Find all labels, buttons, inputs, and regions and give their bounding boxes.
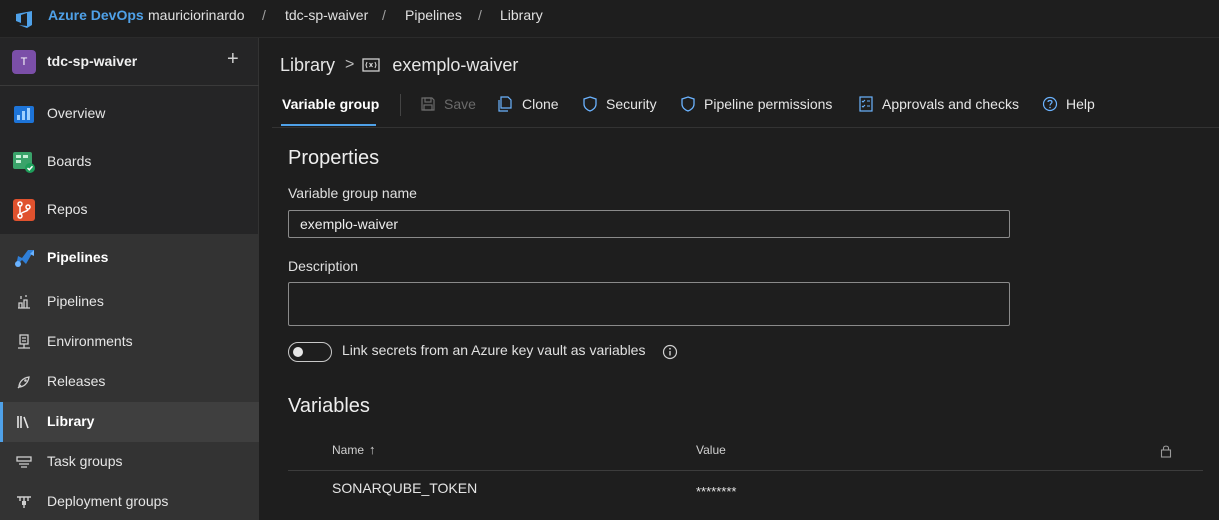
security-label: Security — [606, 96, 657, 112]
project-header[interactable]: T tdc-sp-waiver + — [0, 38, 259, 86]
variable-group-title: exemplo-waiver — [392, 54, 519, 75]
title-library-link[interactable]: Library — [280, 55, 335, 76]
help-label: Help — [1066, 96, 1095, 112]
toggle-knob — [293, 347, 303, 357]
tab-active-underline — [281, 124, 376, 126]
sidebar-subitem-label: Environments — [47, 333, 133, 349]
sidebar-subitem-label: Pipelines — [47, 293, 104, 309]
sidebar-item-label: Pipelines — [47, 249, 109, 265]
lock-icon — [1160, 445, 1172, 458]
breadcrumb-separator: / — [478, 7, 482, 23]
clone-icon — [498, 96, 512, 112]
breadcrumb-library[interactable]: Library — [500, 7, 543, 23]
sidebar-subitem-deployment-groups[interactable]: Deployment groups — [0, 482, 259, 520]
page-title: Library > exemplo-waiver — [280, 53, 518, 77]
pipeline-permissions-label: Pipeline permissions — [704, 96, 833, 112]
overview-icon — [14, 106, 34, 123]
variable-value-cell[interactable]: ******** — [696, 484, 736, 499]
toolbar-divider — [400, 94, 401, 116]
approvals-label: Approvals and checks — [882, 96, 1019, 112]
task-groups-icon — [16, 456, 32, 468]
sidebar-subitem-releases[interactable]: Releases — [0, 362, 259, 402]
description-field[interactable] — [288, 282, 1010, 326]
pipelines-icon — [15, 250, 34, 267]
pipelines-sub-icon — [18, 295, 30, 309]
shield-icon — [681, 96, 695, 112]
azure-devops-logo-icon[interactable] — [12, 6, 36, 30]
library-icon — [17, 416, 29, 429]
properties-heading: Properties — [288, 147, 380, 169]
sidebar-item-boards[interactable]: Boards — [0, 138, 259, 186]
sidebar-item-label: Overview — [47, 105, 106, 121]
column-header-value: Value — [696, 443, 726, 457]
boards-icon — [13, 152, 35, 173]
repos-icon — [13, 199, 35, 221]
sidebar-subitem-label: Deployment groups — [47, 493, 169, 509]
keyvault-toggle-label: Link secrets from an Azure key vault as … — [342, 342, 646, 358]
help-button[interactable]: Help — [1042, 96, 1095, 112]
sidebar-subitem-environments[interactable]: Environments — [0, 322, 259, 362]
environments-icon — [18, 334, 30, 349]
breadcrumb-separator: / — [262, 7, 266, 23]
active-indicator — [0, 402, 3, 442]
pipelines-section: Pipelines Pipelines Environments Release… — [0, 234, 259, 520]
top-bar: Azure DevOps mauriciorinardo / tdc-sp-wa… — [0, 0, 1219, 38]
project-avatar: T — [12, 50, 36, 74]
approvals-and-checks-button[interactable]: Approvals and checks — [858, 96, 1019, 112]
sidebar-subitem-library[interactable]: Library — [0, 402, 259, 442]
keyvault-toggle[interactable] — [288, 342, 332, 362]
toolbar: Variable group Save Clone Security Pipel… — [272, 88, 1219, 128]
sidebar-item-label: Boards — [47, 153, 92, 169]
sidebar-item-pipelines[interactable]: Pipelines — [0, 234, 259, 282]
breadcrumb-project[interactable]: tdc-sp-waiver — [285, 7, 368, 23]
releases-icon — [17, 376, 30, 389]
pipeline-permissions-button[interactable]: Pipeline permissions — [680, 96, 832, 112]
tab-variable-group[interactable]: Variable group — [282, 96, 379, 112]
column-header-name[interactable]: Name — [332, 443, 364, 457]
variable-group-name-label: Variable group name — [288, 185, 417, 201]
breadcrumb-pipelines[interactable]: Pipelines — [405, 7, 462, 23]
main-content: Library > exemplo-waiver Variable group … — [260, 38, 1219, 520]
deployment-groups-icon — [17, 496, 31, 508]
sidebar-item-label: Repos — [47, 201, 88, 217]
sidebar-subitem-pipelines[interactable]: Pipelines — [0, 282, 259, 322]
sidebar-item-overview[interactable]: Overview — [0, 90, 259, 138]
checklist-icon — [859, 96, 873, 112]
security-button[interactable]: Security — [582, 96, 657, 112]
info-icon[interactable] — [662, 344, 678, 360]
shield-icon — [583, 96, 597, 112]
sidebar-subitem-label: Library — [47, 413, 95, 429]
project-name[interactable]: tdc-sp-waiver — [47, 53, 137, 69]
variable-group-name-field[interactable]: exemplo-waiver — [288, 210, 1010, 238]
variable-name-cell[interactable]: SONARQUBE_TOKEN — [332, 480, 477, 496]
help-icon — [1042, 96, 1058, 112]
sidebar: T tdc-sp-waiver + Overview Boards Repos … — [0, 38, 259, 520]
add-icon[interactable]: + — [227, 48, 239, 71]
save-label: Save — [444, 96, 476, 112]
sort-ascending-icon[interactable]: ↑ — [369, 442, 376, 457]
sidebar-subitem-label: Releases — [47, 373, 106, 389]
chevron-right-icon: > — [345, 56, 355, 73]
breadcrumb-organization[interactable]: mauriciorinardo — [148, 7, 244, 23]
variable-group-icon — [362, 58, 381, 72]
variables-heading: Variables — [288, 395, 370, 417]
clone-label: Clone — [522, 96, 559, 112]
description-label: Description — [288, 258, 359, 274]
clone-button[interactable]: Clone — [498, 96, 559, 112]
table-header-divider — [288, 470, 1203, 471]
sidebar-subitem-task-groups[interactable]: Task groups — [0, 442, 259, 482]
sidebar-subitem-label: Task groups — [47, 453, 123, 469]
save-icon — [421, 97, 435, 111]
brand-link[interactable]: Azure DevOps — [48, 7, 144, 23]
breadcrumb-separator: / — [382, 7, 386, 23]
save-button[interactable]: Save — [420, 96, 476, 112]
sidebar-item-repos[interactable]: Repos — [0, 186, 259, 234]
